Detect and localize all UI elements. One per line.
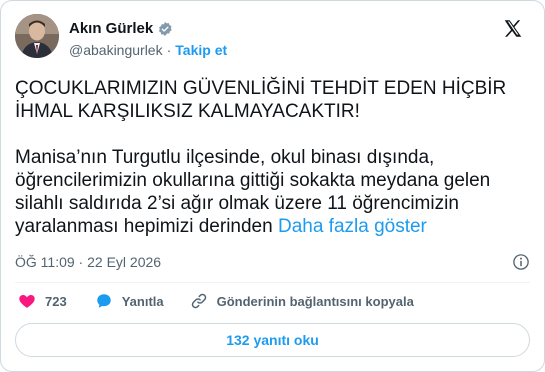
tweet-body: Manisa’nın Turgutlu ilçesinde, okul bina… [15,146,530,238]
avatar[interactable] [15,14,59,58]
handle-row: @abakingurlek · Takip et [69,42,227,58]
action-bar: 723 Yanıtla Gönderinin bağlantısını kopy… [15,292,414,310]
link-icon [191,293,206,309]
tweet-timestamp[interactable]: ÖĞ 11:09 · 22 Eyl 2026 [15,254,161,270]
x-logo-icon[interactable] [502,18,524,40]
verified-badge-icon [159,21,172,36]
reply-button[interactable]: Yanıtla [95,292,164,310]
follow-button[interactable]: Takip et [175,42,227,58]
reply-bubble-icon [96,294,111,308]
info-icon[interactable] [512,253,530,271]
author-name-row: Akın Gürlek [69,20,173,37]
show-more-link[interactable]: Daha fazla göster [278,216,427,237]
heart-icon [19,295,35,308]
author-name[interactable]: Akın Gürlek [69,20,153,37]
separator-dot: · [166,42,172,58]
tweet-card: Akın Gürlek @abakingurlek · Takip et ÇOC… [0,0,545,372]
like-count: 723 [45,293,67,309]
author-handle[interactable]: @abakingurlek [69,42,163,58]
copy-link-label: Gönderinin bağlantısını kopyala [216,293,414,309]
profile-photo [15,14,59,58]
divider [15,282,530,283]
tweet-text: ÇOCUKLARIMIZIN GÜVENLİĞİNİ TEHDİT EDEN H… [15,77,530,261]
copy-link-button[interactable]: Gönderinin bağlantısını kopyala [190,292,414,310]
like-button[interactable]: 723 [18,292,67,310]
read-replies-button[interactable]: 132 yanıtı oku [15,323,530,357]
tweet-header: Akın Gürlek @abakingurlek · Takip et [15,14,530,62]
tweet-headline: ÇOCUKLARIMIZIN GÜVENLİĞİNİ TEHDİT EDEN H… [15,78,507,122]
reply-label: Yanıtla [121,293,164,309]
